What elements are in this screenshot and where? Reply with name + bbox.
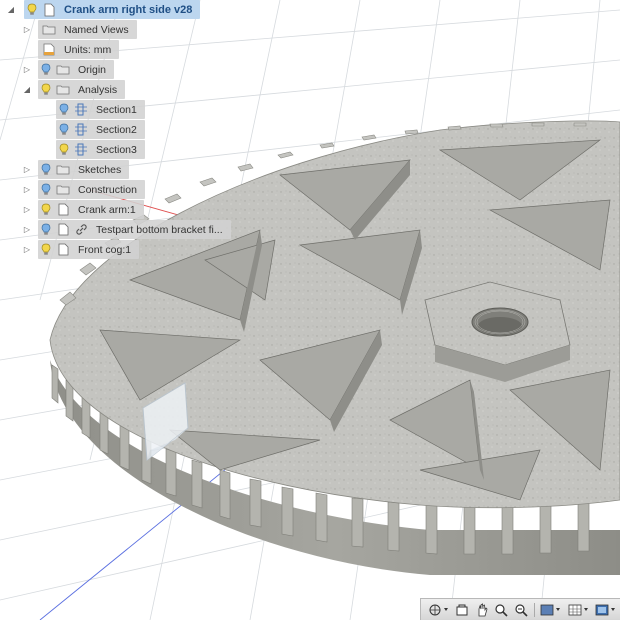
display-style-icon[interactable] (538, 601, 565, 619)
expand-caret-icon[interactable]: ▷ (22, 20, 32, 39)
orbit-icon[interactable] (425, 601, 452, 619)
grid-icon[interactable] (565, 601, 592, 619)
section-analysis-icon (72, 100, 90, 119)
item-label: Construction (78, 183, 137, 196)
pan-icon[interactable] (472, 601, 492, 619)
node-analysis[interactable]: Analysis (38, 80, 126, 99)
node-section2[interactable]: Section2 (56, 120, 145, 139)
lightbulb-icon[interactable] (38, 240, 54, 259)
item-label: Sketches (78, 163, 122, 176)
node-section3[interactable]: Section3 (56, 140, 145, 159)
collapse-caret-icon[interactable]: ◢ (22, 80, 32, 99)
tree-item-named-views[interactable]: ▷ Named Views (22, 20, 137, 39)
node-testpart[interactable]: Testpart bottom bracket fi... (38, 220, 231, 239)
item-label: Testpart bottom bracket fi... (96, 223, 223, 236)
component-icon (54, 220, 72, 239)
item-label: Units: mm (64, 43, 112, 56)
toolbar-divider (533, 602, 535, 617)
lightbulb-icon[interactable] (56, 100, 72, 119)
tree-item-origin[interactable]: ▷ Origin (22, 60, 115, 79)
tree-item-testpart[interactable]: ▷ Testpart bottom bracket fi... (22, 220, 231, 239)
expand-caret-icon[interactable]: ▷ (22, 180, 32, 199)
lightbulb-icon[interactable] (38, 180, 54, 199)
zoom-icon[interactable] (492, 601, 512, 619)
node-crank-arm[interactable]: Crank arm:1 (38, 200, 144, 219)
item-label: Front cog:1 (78, 243, 132, 256)
tree-item-construction[interactable]: ▷ Construction (22, 180, 145, 199)
folder-icon (54, 180, 72, 199)
expand-caret-icon[interactable]: ▷ (22, 220, 32, 239)
lightbulb-icon[interactable] (38, 60, 54, 79)
lightbulb-icon[interactable] (24, 0, 40, 19)
node-construction[interactable]: Construction (38, 180, 145, 199)
tree-item-section2[interactable]: Section2 (56, 120, 145, 139)
root-node[interactable]: Crank arm right side v28 (24, 0, 201, 19)
units-icon (40, 40, 58, 59)
collapse-caret-icon[interactable]: ◢ (6, 0, 16, 19)
folder-icon (40, 20, 58, 39)
document-icon (40, 0, 58, 19)
expand-caret-icon[interactable]: ▷ (22, 60, 32, 79)
item-label: Section1 (96, 103, 137, 116)
visual-style-icon[interactable] (593, 601, 620, 619)
expand-caret-icon[interactable]: ▷ (22, 160, 32, 179)
folder-icon (54, 60, 72, 79)
item-label: Origin (78, 63, 107, 76)
node-units[interactable]: Units: mm (38, 40, 120, 59)
node-origin[interactable]: Origin (38, 60, 115, 79)
link-icon (72, 220, 90, 239)
item-label: Crank arm:1 (78, 203, 136, 216)
root-label: Crank arm right side v28 (64, 3, 193, 16)
tree-item-front-cog[interactable]: ▷ Front cog:1 (22, 240, 140, 259)
item-label: Named Views (64, 23, 129, 36)
folder-icon (54, 80, 72, 99)
item-label: Section2 (96, 123, 137, 136)
lightbulb-icon[interactable] (56, 140, 72, 159)
lightbulb-icon[interactable] (38, 200, 54, 219)
component-icon (54, 200, 72, 219)
item-label: Section3 (96, 143, 137, 156)
node-sketches[interactable]: Sketches (38, 160, 130, 179)
node-front-cog[interactable]: Front cog:1 (38, 240, 140, 259)
tree-item-section3[interactable]: Section3 (56, 140, 145, 159)
tree-item-crank-arm[interactable]: ▷ Crank arm:1 (22, 200, 144, 219)
fit-icon[interactable] (511, 601, 531, 619)
lightbulb-icon[interactable] (38, 160, 54, 179)
tree-item-units[interactable]: Units: mm (38, 40, 120, 59)
lightbulb-icon[interactable] (56, 120, 72, 139)
expand-caret-icon[interactable]: ▷ (22, 200, 32, 219)
tree-item-analysis[interactable]: ◢ Analysis (22, 80, 126, 99)
look-at-icon[interactable] (452, 601, 472, 619)
section-analysis-icon (72, 120, 90, 139)
expand-caret-icon[interactable]: ▷ (22, 240, 32, 259)
node-section1[interactable]: Section1 (56, 100, 145, 119)
tree-item-sketches[interactable]: ▷ Sketches (22, 160, 130, 179)
item-label: Analysis (78, 83, 118, 96)
component-icon (54, 240, 72, 259)
navigation-toolbar (420, 598, 620, 620)
section-analysis-icon (72, 140, 90, 159)
tree-item-section1[interactable]: Section1 (56, 100, 145, 119)
tree-root[interactable]: ◢ Crank arm right side v28 (8, 0, 201, 19)
lightbulb-icon[interactable] (38, 220, 54, 239)
node-named-views[interactable]: Named Views (38, 20, 137, 39)
lightbulb-icon[interactable] (38, 80, 54, 99)
folder-icon (54, 160, 72, 179)
